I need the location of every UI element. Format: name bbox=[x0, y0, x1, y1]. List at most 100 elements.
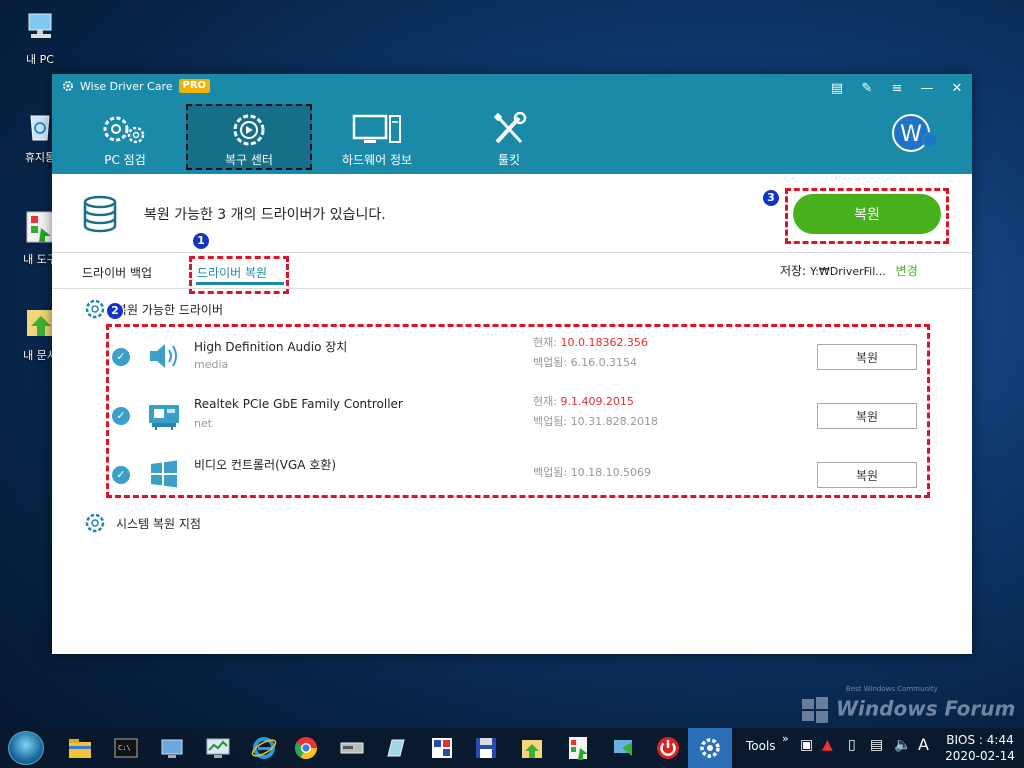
app-title: Wise Driver Care bbox=[80, 79, 173, 93]
tab-label: PC 점검 bbox=[104, 153, 146, 167]
menu-icon[interactable]: ≡ bbox=[888, 80, 906, 98]
section-restorable-drivers[interactable]: 복원 가능한 드라이버 bbox=[84, 298, 223, 320]
tab-label: 복구 센터 bbox=[225, 153, 273, 167]
annotation-badge-3: 3 bbox=[762, 189, 780, 207]
driver-backup-version: 백업됨: 6.16.0.3154 bbox=[533, 356, 638, 369]
windows-logo-watermark-icon bbox=[802, 697, 828, 723]
driver-name: High Definition Audio 장치 bbox=[194, 340, 348, 354]
tools-grid-icon[interactable] bbox=[564, 734, 592, 762]
section-title: 시스템 복원 지점 bbox=[116, 516, 201, 531]
tab-label: 하드웨어 정보 bbox=[341, 153, 413, 167]
check-icon[interactable]: ✓ bbox=[112, 407, 130, 425]
clock-time: BIOS : 4:44 bbox=[946, 733, 1014, 747]
windows-logo-icon bbox=[151, 460, 177, 488]
wise-driver-care-window: Wise Driver Care PRO ▤ ✎ ≡ — ✕ PC 점검 복구 … bbox=[52, 74, 972, 654]
app-title-bar: Wise Driver Care PRO bbox=[62, 79, 211, 93]
annotation-badge-2: 2 bbox=[106, 302, 124, 320]
summary-text: 복원 가능한 3 개의 드라이버가 있습니다. bbox=[144, 207, 386, 223]
subtab-driver-backup[interactable]: 드라이버 백업 bbox=[82, 264, 152, 281]
app-logo-icon bbox=[63, 81, 73, 91]
driver-row: ✓ 비디오 컨트롤러(VGA 호환) 백업됨: 10.18.10.5069 복원 bbox=[108, 446, 928, 504]
wise-driver-care-taskbar-icon[interactable] bbox=[696, 734, 724, 762]
watermark-text: Windows Forum bbox=[836, 696, 1016, 721]
tab-pc-check[interactable]: PC 점검 bbox=[62, 104, 188, 170]
divider bbox=[52, 288, 972, 289]
storage-path: Y:₩DriverFil... bbox=[809, 265, 886, 278]
display-tray-icon[interactable]: ▤ bbox=[870, 737, 883, 753]
pro-badge: PRO bbox=[178, 79, 211, 93]
gear-icon bbox=[85, 299, 105, 319]
restore-driver-button[interactable]: 복원 bbox=[817, 344, 917, 370]
ime-indicator[interactable]: A bbox=[918, 735, 929, 754]
gears-icon bbox=[103, 116, 145, 144]
storage-info: 저장: Y:₩DriverFil... 변경 bbox=[780, 262, 918, 279]
svg-text:C:\: C:\ bbox=[118, 744, 131, 752]
grid-app-icon[interactable] bbox=[428, 734, 456, 762]
restore-driver-button[interactable]: 복원 bbox=[817, 403, 917, 429]
check-icon[interactable]: ✓ bbox=[112, 466, 130, 484]
file-explorer-icon[interactable] bbox=[66, 734, 94, 762]
usb-tray-icon[interactable]: ▯ bbox=[848, 737, 856, 753]
driver-row: ✓ High Definition Audio 장치 media 현재: 10.… bbox=[108, 328, 928, 386]
section-system-restore-point[interactable]: 시스템 복원 지점 bbox=[84, 512, 201, 534]
divider bbox=[52, 252, 972, 253]
tab-label: 툴킷 bbox=[497, 153, 521, 167]
driver-current-version: 현재: 9.1.409.2015 bbox=[533, 395, 634, 408]
network-share-icon[interactable] bbox=[610, 734, 638, 762]
restore-gear-icon bbox=[233, 114, 265, 146]
driver-name: Realtek PCIe GbE Family Controller bbox=[194, 397, 403, 411]
start-button[interactable] bbox=[8, 731, 44, 765]
watermark: Windows Forum Best Windows Community bbox=[800, 685, 1016, 725]
desktop-icon-label: 내 PC bbox=[26, 53, 54, 66]
storage-change-link[interactable]: 변경 bbox=[896, 264, 918, 278]
minimize-icon[interactable]: — bbox=[918, 80, 936, 98]
close-icon[interactable]: ✕ bbox=[948, 80, 966, 98]
driver-backup-version: 백업됨: 10.18.10.5069 bbox=[533, 466, 652, 479]
overflow-chevron-icon[interactable]: » bbox=[782, 732, 789, 745]
driver-current-version: 현재: 10.0.18362.356 bbox=[533, 336, 648, 349]
chrome-icon[interactable] bbox=[292, 734, 320, 762]
network-card-icon bbox=[149, 405, 179, 430]
speaker-icon bbox=[150, 344, 177, 368]
clock[interactable]: BIOS : 4:44 2020-02-14 bbox=[940, 732, 1020, 764]
window-controls: ▤ ✎ ≡ — ✕ bbox=[828, 80, 966, 98]
folder-upload-icon[interactable] bbox=[518, 734, 546, 762]
clock-date: 2020-02-14 bbox=[945, 749, 1015, 763]
driver-name: 비디오 컨트롤러(VGA 호환) bbox=[194, 458, 337, 472]
database-icon bbox=[83, 195, 117, 233]
command-prompt-icon[interactable]: C:\ bbox=[112, 734, 140, 762]
annotation-badge-1: 1 bbox=[192, 232, 210, 250]
app-tray-icon[interactable]: ▲ bbox=[822, 737, 833, 753]
volume-icon[interactable]: 🔈 bbox=[894, 737, 911, 753]
tools-icon bbox=[493, 112, 527, 144]
tools-toolbar-label[interactable]: Tools bbox=[746, 739, 776, 753]
disk-drive-icon[interactable] bbox=[338, 734, 366, 762]
gear-icon bbox=[85, 513, 105, 533]
watermark-small: Best Windows Community bbox=[846, 685, 938, 693]
tab-toolkit[interactable]: 툴킷 bbox=[446, 104, 572, 170]
pen-app-icon[interactable] bbox=[382, 734, 410, 762]
power-icon[interactable] bbox=[654, 734, 682, 762]
avatar-status-dot bbox=[922, 132, 938, 148]
system-monitor-icon[interactable] bbox=[204, 734, 232, 762]
floppy-disk-icon[interactable] bbox=[472, 734, 500, 762]
pc-icon bbox=[28, 13, 52, 38]
feedback-icon[interactable]: ▤ bbox=[828, 80, 846, 98]
app-header: Wise Driver Care PRO ▤ ✎ ≡ — ✕ PC 점검 복구 … bbox=[52, 74, 972, 174]
tab-hardware-info[interactable]: 하드웨어 정보 bbox=[314, 104, 440, 170]
remote-desktop-icon[interactable] bbox=[158, 734, 186, 762]
taskbar: C:\ Tools » ▣ ▲ ▯ ▤ 🔈 A BIOS : 4:44 2020… bbox=[0, 728, 1024, 768]
network-tray-icon[interactable]: ▣ bbox=[800, 737, 813, 753]
tab-restore-center[interactable]: 복구 센터 bbox=[186, 104, 312, 170]
driver-type: media bbox=[194, 358, 229, 371]
check-icon[interactable]: ✓ bbox=[112, 348, 130, 366]
storage-label: 저장: bbox=[780, 264, 807, 278]
driver-row: ✓ Realtek PCIe GbE Family Controller net… bbox=[108, 387, 928, 445]
desktop-icon-my-pc[interactable]: 내 PC bbox=[10, 10, 70, 67]
skin-icon[interactable]: ✎ bbox=[858, 80, 876, 98]
restore-driver-button[interactable]: 복원 bbox=[817, 462, 917, 488]
monitor-icon bbox=[352, 114, 401, 143]
internet-explorer-icon[interactable] bbox=[250, 734, 278, 762]
restore-all-button[interactable]: 복원 bbox=[793, 194, 941, 234]
driver-backup-version: 백업됨: 10.31.828.2018 bbox=[533, 415, 659, 428]
